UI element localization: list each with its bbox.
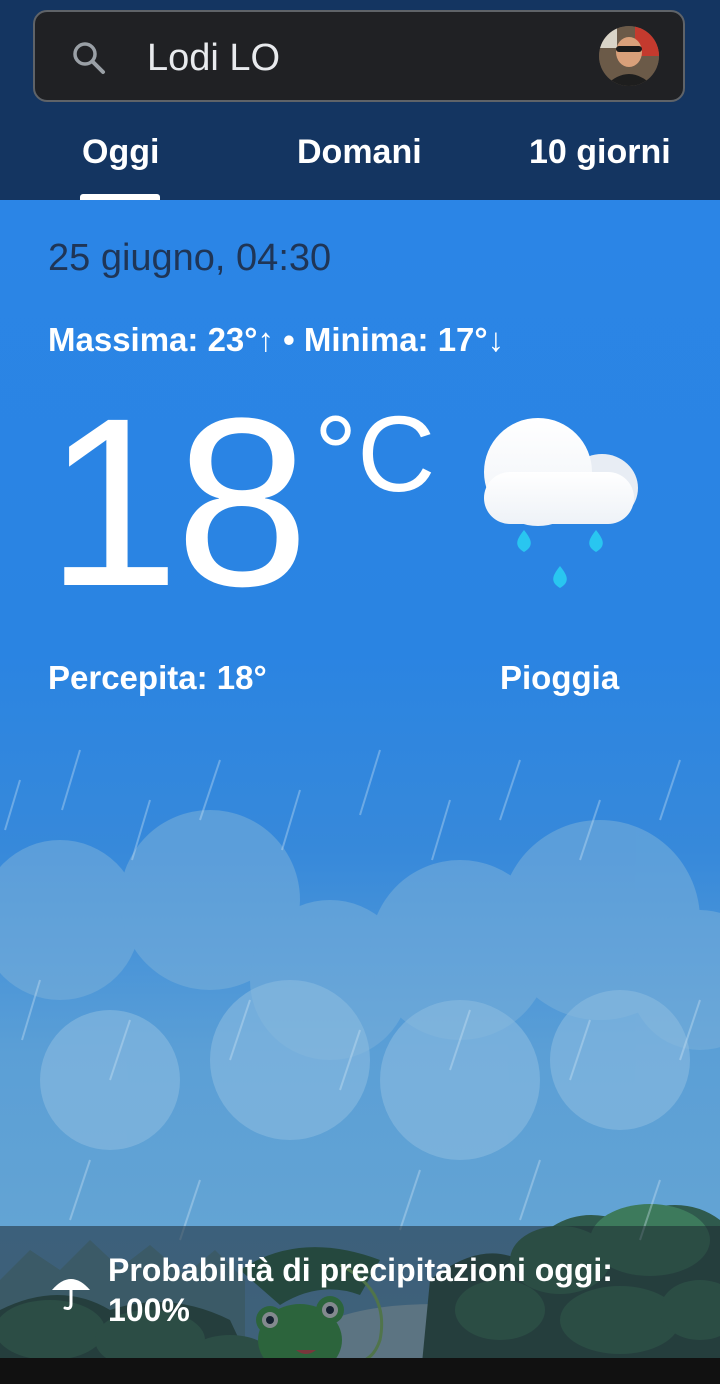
search-bar[interactable]: Lodi LO [33,10,685,102]
weather-panel: 25 giugno, 04:30 Massima: 23°↑ • Minima:… [0,200,720,1384]
avatar[interactable] [599,26,659,86]
rain-cloud-icon [484,418,638,588]
weather-condition: Pioggia [500,659,620,696]
avatar-image [599,26,659,86]
search-input[interactable]: Lodi LO [147,36,280,80]
tab-oggi[interactable]: Oggi [82,130,159,174]
temperature-unit: °C [314,393,436,514]
date-time: 25 giugno, 04:30 [48,237,332,279]
current-temperature: 18 [46,368,309,636]
weather-screen: Lodi LO Oggi Domani 10 giorni 25 giugno,… [0,0,720,1384]
precipitation-text: Probabilità di precipitazioni oggi: 100% [108,1252,613,1328]
tab-bar: Oggi Domani 10 giorni [0,110,720,200]
umbrella-icon [52,1279,90,1310]
system-nav-bar [0,1358,720,1384]
feels-like: Percepita: 18° [48,659,267,696]
precipitation-banner[interactable]: Probabilità di precipitazioni oggi: 100% [0,1226,720,1358]
header: Lodi LO Oggi Domani 10 giorni [0,0,720,200]
search-icon[interactable] [71,40,107,76]
tab-10-giorni[interactable]: 10 giorni [529,130,671,174]
tab-domani[interactable]: Domani [297,130,422,174]
min-max-temperature: Massima: 23°↑ • Minima: 17°↓ [48,321,505,358]
